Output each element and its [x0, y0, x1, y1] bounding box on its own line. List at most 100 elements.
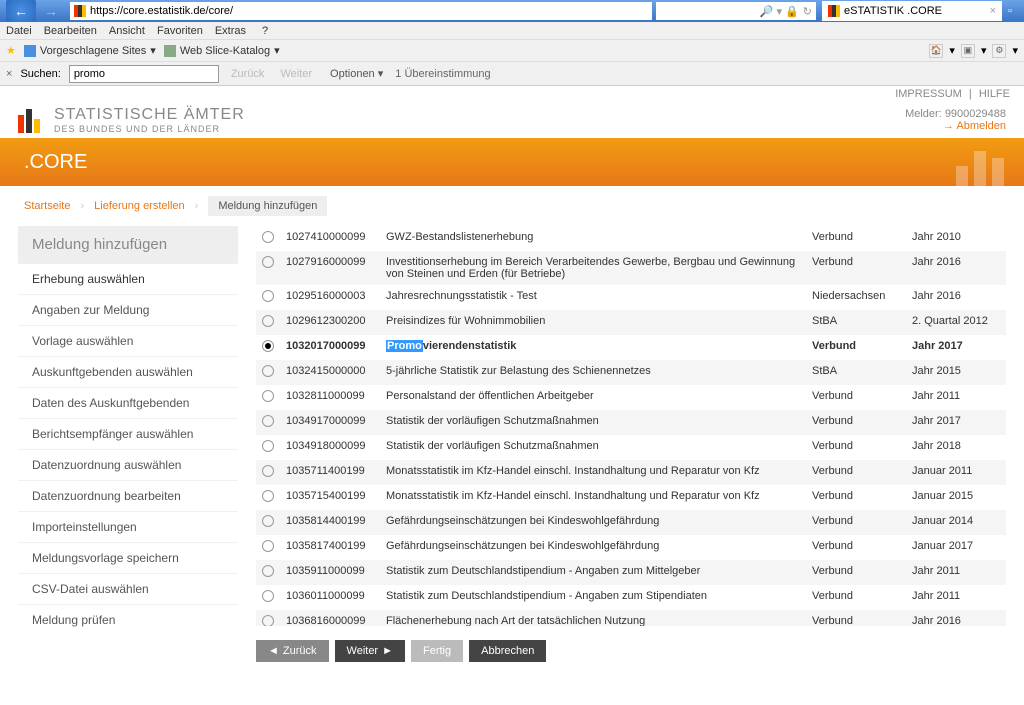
favorites-star-icon[interactable]: ★ — [6, 44, 16, 57]
crumb-home[interactable]: Startseite — [24, 200, 70, 212]
app-title-bar: .CORE — [0, 138, 1024, 186]
crumb-current: Meldung hinzufügen — [208, 196, 327, 216]
table-row[interactable]: 1032811000099Personalstand der öffentlic… — [256, 385, 1006, 410]
sidebar-item[interactable]: Erhebung auswählen — [18, 263, 238, 294]
row-radio[interactable] — [262, 590, 274, 602]
survey-table-scroll[interactable]: 1027410000099GWZ-BestandslistenerhebungV… — [256, 226, 1006, 626]
row-period: Januar 2015 — [906, 485, 1006, 510]
hilfe-link[interactable]: HILFE — [979, 88, 1010, 100]
row-radio[interactable] — [262, 615, 274, 626]
row-radio[interactable] — [262, 565, 274, 577]
new-tab-button[interactable]: ▫ — [1002, 5, 1018, 17]
menu-extras[interactable]: Extras — [215, 25, 246, 37]
table-row[interactable]: 1027410000099GWZ-BestandslistenerhebungV… — [256, 226, 1006, 251]
home-icon[interactable]: 🏠 — [929, 44, 943, 58]
table-row[interactable]: 1027916000099Investitionserhebung im Ber… — [256, 251, 1006, 285]
crumb-create[interactable]: Lieferung erstellen — [94, 200, 185, 212]
suggested-sites-link[interactable]: Vorgeschlagene Sites ▾ — [24, 44, 156, 57]
table-row[interactable]: 1035711400199Monatsstatistik im Kfz-Hand… — [256, 460, 1006, 485]
wizard-finish-button[interactable]: Fertig — [411, 640, 463, 662]
row-radio[interactable] — [262, 440, 274, 452]
sidebar-item[interactable]: Angaben zur Meldung — [18, 294, 238, 325]
row-radio[interactable] — [262, 231, 274, 243]
sidebar-item[interactable]: Importeinstellungen — [18, 511, 238, 542]
row-radio[interactable] — [262, 256, 274, 268]
browser-search[interactable]: 🔎 ▾ 🔒 ↻ — [656, 2, 816, 20]
menu-file[interactable]: Datei — [6, 25, 32, 37]
menu-favorites[interactable]: Favoriten — [157, 25, 203, 37]
logout-link[interactable]: → Abmelden — [905, 120, 1006, 132]
row-radio[interactable] — [262, 465, 274, 477]
find-prev-button[interactable]: Zurück — [227, 66, 269, 82]
table-row[interactable]: 1034917000099Statistik der vorläufigen S… — [256, 410, 1006, 435]
wizard-back-button[interactable]: ◄ Zurück — [256, 640, 329, 662]
row-period: Jahr 2011 — [906, 385, 1006, 410]
row-radio[interactable] — [262, 290, 274, 302]
menu-help[interactable]: ? — [262, 25, 268, 37]
sidebar-item[interactable]: Berichtsempfänger auswählen — [18, 418, 238, 449]
sidebar-item[interactable]: Datenzuordnung auswählen — [18, 449, 238, 480]
feeds-icon[interactable]: ▣ — [961, 44, 975, 58]
sidebar-item[interactable]: Vorlage auswählen — [18, 325, 238, 356]
tab-close-icon[interactable]: × — [990, 5, 996, 17]
table-row[interactable]: 1035911000099Statistik zum Deutschlandst… — [256, 560, 1006, 585]
row-name: Statistik der vorläufigen Schutzmaßnahme… — [380, 435, 806, 460]
find-close-icon[interactable]: × — [6, 68, 12, 80]
row-radio[interactable] — [262, 390, 274, 402]
row-radio[interactable] — [262, 365, 274, 377]
find-options-button[interactable]: Optionen ▾ — [324, 65, 387, 82]
tab-favicon — [828, 5, 840, 17]
nav-forward-button[interactable]: → — [36, 0, 66, 22]
table-row[interactable]: 1036011000099Statistik zum Deutschlandst… — [256, 585, 1006, 610]
sidebar-item[interactable]: Daten des Auskunftgebenden — [18, 387, 238, 418]
table-row[interactable]: 1034918000099Statistik der vorläufigen S… — [256, 435, 1006, 460]
sidebar-item[interactable]: CSV-Datei auswählen — [18, 573, 238, 604]
nav-back-button[interactable]: ← — [6, 0, 36, 22]
row-id: 1027916000099 — [280, 251, 380, 285]
table-row[interactable]: 1035715400199Monatsstatistik im Kfz-Hand… — [256, 485, 1006, 510]
row-radio[interactable] — [262, 340, 274, 352]
sidebar-item[interactable]: Meldung prüfen — [18, 604, 238, 635]
address-bar[interactable]: https://core.estatistik.de/core/ — [70, 2, 652, 20]
find-input[interactable] — [69, 65, 219, 83]
menu-view[interactable]: Ansicht — [109, 25, 145, 37]
row-radio[interactable] — [262, 540, 274, 552]
table-row[interactable]: 1036816000099Flächenerhebung nach Art de… — [256, 610, 1006, 626]
sidebar-item[interactable]: Meldungsvorlage speichern — [18, 542, 238, 573]
row-name: Promovierendenstatistik — [380, 335, 806, 360]
row-name: Gefährdungseinschätzungen bei Kindeswohl… — [380, 510, 806, 535]
row-radio[interactable] — [262, 490, 274, 502]
row-period: Jahr 2011 — [906, 560, 1006, 585]
feeds-dropdown-icon[interactable]: ▾ — [981, 44, 987, 57]
row-org: Verbund — [806, 435, 906, 460]
page-content: IMPRESSUM | HILFE STATISTISCHE ÄMTER DES… — [0, 86, 1024, 672]
content-area: 1027410000099GWZ-BestandslistenerhebungV… — [256, 226, 1006, 662]
menu-edit[interactable]: Bearbeiten — [44, 25, 97, 37]
tools-dropdown-icon[interactable]: ▾ — [1012, 44, 1018, 57]
find-bar: × Suchen: Zurück Weiter Optionen ▾ 1 Übe… — [0, 62, 1024, 86]
web-slice-link[interactable]: Web Slice-Katalog ▾ — [164, 44, 280, 57]
browser-tab[interactable]: eSTATISTIK .CORE × — [822, 1, 1002, 21]
row-period: Jahr 2017 — [906, 410, 1006, 435]
row-id: 1036011000099 — [280, 585, 380, 610]
wizard-next-button[interactable]: Weiter ► — [335, 640, 405, 662]
table-row[interactable]: 1032017000099PromovierendenstatistikVerb… — [256, 335, 1006, 360]
table-row[interactable]: 1029516000003Jahresrechnungsstatistik - … — [256, 285, 1006, 310]
row-org: Verbund — [806, 610, 906, 626]
wizard-cancel-button[interactable]: Abbrechen — [469, 640, 546, 662]
sidebar-item[interactable]: Datenzuordnung bearbeiten — [18, 480, 238, 511]
row-org: Verbund — [806, 535, 906, 560]
table-row[interactable]: 1029612300200Preisindizes für Wohnimmobi… — [256, 310, 1006, 335]
table-row[interactable]: 10324150000005-jährliche Statistik zur B… — [256, 360, 1006, 385]
sidebar-item[interactable]: Auskunftgebenden auswählen — [18, 356, 238, 387]
row-radio[interactable] — [262, 315, 274, 327]
row-radio[interactable] — [262, 515, 274, 527]
table-row[interactable]: 1035817400199Gefährdungseinschätzungen b… — [256, 535, 1006, 560]
row-id: 1029516000003 — [280, 285, 380, 310]
tools-icon[interactable]: ⚙ — [992, 44, 1006, 58]
home-dropdown-icon[interactable]: ▾ — [949, 44, 955, 57]
row-radio[interactable] — [262, 415, 274, 427]
table-row[interactable]: 1035814400199Gefährdungseinschätzungen b… — [256, 510, 1006, 535]
find-next-button[interactable]: Weiter — [276, 66, 316, 82]
impressum-link[interactable]: IMPRESSUM — [895, 88, 962, 100]
